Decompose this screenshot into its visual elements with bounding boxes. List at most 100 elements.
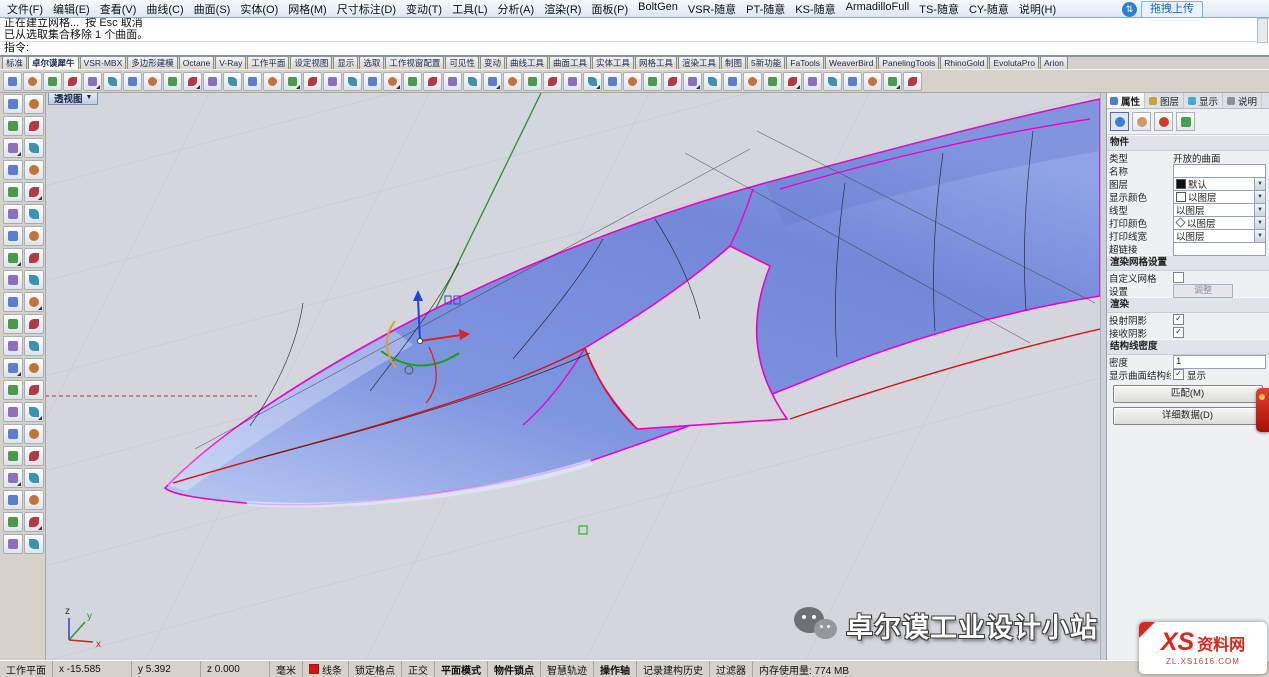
match-button[interactable]: 匹配(M) <box>1113 385 1263 403</box>
sidebar-tool-icon[interactable] <box>24 468 44 488</box>
workspace-tab[interactable]: Octane <box>179 56 214 69</box>
toolbar-icon[interactable] <box>423 72 442 91</box>
toolbar-icon[interactable] <box>63 72 82 91</box>
sidebar-tool-icon[interactable] <box>24 94 44 114</box>
sidebar-tool-icon[interactable] <box>3 336 23 356</box>
toolbar-icon[interactable] <box>123 72 142 91</box>
toolbar-icon[interactable] <box>263 72 282 91</box>
workspace-tab[interactable]: 多边形建模 <box>127 56 178 69</box>
menu-item[interactable]: 网格(M) <box>283 0 332 18</box>
sidebar-tool-icon[interactable] <box>3 292 23 312</box>
toolbar-icon[interactable] <box>223 72 242 91</box>
status-toggle[interactable]: 物件锁点 <box>488 661 541 677</box>
workspace-tab[interactable]: 实体工具 <box>592 56 634 69</box>
sidebar-tool-icon[interactable] <box>24 248 44 268</box>
object-filter-icon[interactable] <box>1110 112 1129 131</box>
sidebar-tool-icon[interactable] <box>24 380 44 400</box>
show-isocurves-checkbox[interactable]: ✓ <box>1173 369 1184 380</box>
toolbar-icon[interactable] <box>823 72 842 91</box>
toolbar-icon[interactable] <box>663 72 682 91</box>
sidebar-tool-icon[interactable] <box>3 138 23 158</box>
sidebar-tool-icon[interactable] <box>3 160 23 180</box>
toolbar-icon[interactable] <box>303 72 322 91</box>
custom-mesh-checkbox[interactable] <box>1173 272 1184 283</box>
upload-button[interactable]: 拖拽上传 <box>1141 1 1203 18</box>
sidebar-tool-icon[interactable] <box>3 116 23 136</box>
toolbar-icon[interactable] <box>583 72 602 91</box>
workspace-tab[interactable]: 制图 <box>721 56 746 69</box>
sidebar-tool-icon[interactable] <box>3 226 23 246</box>
status-toggle[interactable]: 操作轴 <box>594 661 637 677</box>
toolbar-icon[interactable] <box>183 72 202 91</box>
toolbar-icon[interactable] <box>743 72 762 91</box>
layer-dropdown[interactable]: 默认 ▼ <box>1173 177 1266 191</box>
menu-item[interactable]: 曲线(C) <box>141 0 188 18</box>
status-toggle[interactable]: 平面模式 <box>435 661 488 677</box>
status-toggle[interactable]: 锁定格点 <box>349 661 402 677</box>
workspace-tab[interactable]: 工作视窗配置 <box>385 56 444 69</box>
toolbar-icon[interactable] <box>243 72 262 91</box>
workspace-tab[interactable]: EvolutaPro <box>989 56 1039 69</box>
sidebar-tool-icon[interactable] <box>3 314 23 334</box>
name-input[interactable] <box>1173 164 1266 178</box>
toolbar-icon[interactable] <box>463 72 482 91</box>
toolbar-icon[interactable] <box>683 72 702 91</box>
workspace-tab[interactable]: 网格工具 <box>635 56 677 69</box>
workspace-tab[interactable]: 渲染工具 <box>678 56 720 69</box>
toolbar-icon[interactable] <box>623 72 642 91</box>
toolbar-icon[interactable] <box>83 72 102 91</box>
menu-item[interactable]: 面板(P) <box>586 0 633 18</box>
menu-item[interactable]: ArmadilloFull <box>841 0 915 18</box>
toolbar-icon[interactable] <box>783 72 802 91</box>
status-toggle[interactable]: 过滤器 <box>710 661 753 677</box>
menu-item[interactable]: 曲面(S) <box>189 0 236 18</box>
sidebar-tool-icon[interactable] <box>3 182 23 202</box>
sidebar-tool-icon[interactable] <box>3 94 23 114</box>
sidebar-tool-icon[interactable] <box>24 314 44 334</box>
texture-page-icon[interactable] <box>1176 112 1195 131</box>
toolbar-icon[interactable] <box>483 72 502 91</box>
workspace-tab[interactable]: VSR-MBX <box>80 56 127 69</box>
toolbar-icon[interactable] <box>643 72 662 91</box>
side-ribbon-widget[interactable] <box>1256 388 1269 432</box>
receive-shadow-checkbox[interactable]: ✓ <box>1173 327 1184 338</box>
toolbar-icon[interactable] <box>883 72 902 91</box>
upload-overlay[interactable]: ⇅ 拖拽上传 <box>1122 1 1203 18</box>
menu-item[interactable]: 查看(V) <box>95 0 142 18</box>
workspace-tab[interactable]: 工作平面 <box>247 56 289 69</box>
toolbar-icon[interactable] <box>763 72 782 91</box>
workspace-tab[interactable]: WeaverBird <box>825 56 877 69</box>
toolbar-icon[interactable] <box>723 72 742 91</box>
sidebar-tool-icon[interactable] <box>3 204 23 224</box>
display-color-dropdown[interactable]: 以图层 ▼ <box>1173 190 1266 204</box>
hyperlink-input[interactable] <box>1173 242 1266 256</box>
perspective-viewport[interactable]: z y x 透视图 ▼ 卓尔谟工业设计小站 <box>45 91 1100 661</box>
sidebar-tool-icon[interactable] <box>24 182 44 202</box>
menu-item[interactable]: 变动(T) <box>401 0 447 18</box>
sidebar-tool-icon[interactable] <box>3 424 23 444</box>
toolbar-icon[interactable] <box>383 72 402 91</box>
workspace-tab[interactable]: 设定视图 <box>290 56 332 69</box>
workspace-tab[interactable]: 5新功能 <box>747 56 785 69</box>
toolbar-icon[interactable] <box>603 72 622 91</box>
toolbar-icon[interactable] <box>283 72 302 91</box>
toolbar-icon[interactable] <box>543 72 562 91</box>
menu-item[interactable]: 编辑(E) <box>48 0 95 18</box>
menu-item[interactable]: 渲染(R) <box>539 0 586 18</box>
toolbar-icon[interactable] <box>23 72 42 91</box>
toolbar-icon[interactable] <box>703 72 722 91</box>
sidebar-tool-icon[interactable] <box>24 424 44 444</box>
sidebar-tool-icon[interactable] <box>3 490 23 510</box>
sidebar-tool-icon[interactable] <box>3 358 23 378</box>
sidebar-tool-icon[interactable] <box>3 534 23 554</box>
workspace-tab[interactable]: 可见性 <box>445 56 479 69</box>
workspace-tab[interactable]: 选取 <box>359 56 384 69</box>
toolbar-icon[interactable] <box>43 72 62 91</box>
workspace-tab[interactable]: 曲线工具 <box>506 56 548 69</box>
details-button[interactable]: 详细数据(D) <box>1113 407 1263 425</box>
sidebar-tool-icon[interactable] <box>3 446 23 466</box>
density-input[interactable]: 1 <box>1173 355 1266 369</box>
render-sphere-icon[interactable] <box>1154 112 1173 131</box>
workspace-tab[interactable]: Arion <box>1040 56 1068 69</box>
workspace-tab[interactable]: 显示 <box>333 56 358 69</box>
